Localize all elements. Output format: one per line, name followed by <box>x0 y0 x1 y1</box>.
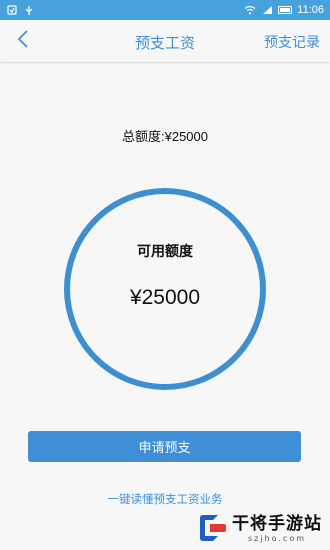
watermark: 干将手游站 szjho.com <box>196 512 322 544</box>
clock: 11:06 <box>297 4 324 16</box>
apply-advance-button[interactable]: 申请预支 <box>28 431 301 462</box>
total-limit-label: 总额度:¥25000 <box>122 129 208 144</box>
advance-records-link[interactable]: 预支记录 <box>264 32 320 52</box>
chevron-left-icon <box>17 30 29 52</box>
available-limit-amount: ¥25000 <box>129 286 201 309</box>
back-button[interactable] <box>10 28 36 54</box>
notification-icon <box>6 4 18 16</box>
status-bar: 11:06 <box>0 0 330 20</box>
help-link[interactable]: 一键读懂预支工资业务 <box>0 491 330 507</box>
watermark-text: 干将手游站 <box>232 513 322 534</box>
wifi-icon <box>244 4 256 16</box>
available-limit-label: 可用额度 <box>137 244 193 260</box>
nav-bar: 预支工资 预支记录 <box>0 20 330 62</box>
signal-icon <box>261 4 273 16</box>
brand-logo-icon <box>196 514 228 542</box>
watermark-sub: szjho.com <box>247 533 307 543</box>
usb-icon <box>23 4 35 16</box>
total-limit: 总额度:¥25000 <box>0 126 330 145</box>
battery-icon <box>278 6 293 14</box>
